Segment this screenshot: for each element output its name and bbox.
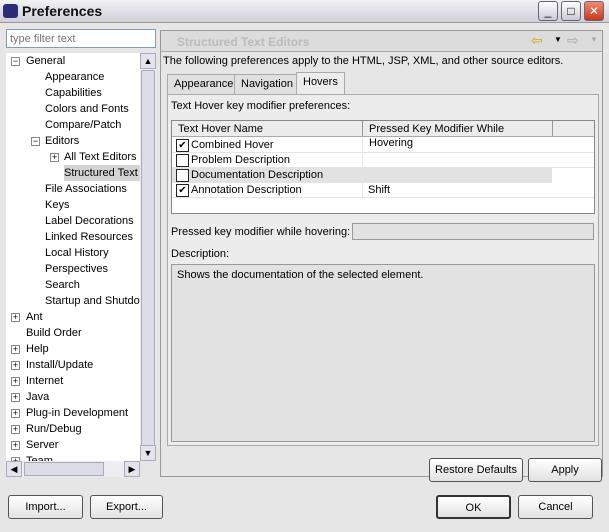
column-header-empty bbox=[553, 121, 594, 137]
tree-item[interactable]: Linked Resources bbox=[45, 229, 133, 245]
tab-appearance[interactable]: Appearance bbox=[167, 74, 241, 94]
maximize-button[interactable]: □ bbox=[561, 1, 581, 21]
scroll-right-arrow-icon[interactable]: ▶ bbox=[124, 461, 140, 477]
column-header-modifier[interactable]: Pressed Key Modifier While Hovering bbox=[363, 121, 553, 149]
scroll-thumb[interactable] bbox=[141, 70, 155, 456]
tree-item[interactable]: Perspectives bbox=[45, 261, 108, 277]
page-header: Structured Text Editors ⇦ ▼ ⇨ ▼ bbox=[161, 31, 602, 52]
tree-item[interactable]: Startup and Shutdown bbox=[45, 293, 140, 309]
apply-button[interactable]: Apply bbox=[528, 458, 602, 482]
tree-item[interactable]: Internet bbox=[26, 373, 63, 389]
expand-icon[interactable]: + bbox=[11, 425, 20, 434]
modifier-input[interactable] bbox=[352, 223, 594, 240]
scroll-up-arrow-icon[interactable]: ▲ bbox=[140, 53, 156, 69]
checkbox[interactable] bbox=[176, 169, 189, 182]
forward-dropdown-icon[interactable]: ▼ bbox=[590, 35, 598, 44]
description-label: Description: bbox=[171, 248, 230, 260]
tree-item[interactable]: General bbox=[26, 53, 65, 69]
cancel-button[interactable]: Cancel bbox=[518, 495, 593, 519]
eclipse-app-icon bbox=[3, 4, 18, 18]
forward-arrow-icon[interactable]: ⇨ bbox=[567, 32, 579, 49]
tree-item[interactable]: Build Order bbox=[26, 325, 82, 341]
tree-item[interactable]: Compare/Patch bbox=[45, 117, 121, 133]
table-row[interactable]: ✔ Annotation Description Shift bbox=[172, 183, 594, 198]
table-label: Text Hover key modifier preferences: bbox=[171, 100, 351, 112]
table-row[interactable]: ✔ Combined Hover bbox=[172, 138, 594, 153]
export-button[interactable]: Export... bbox=[90, 495, 163, 519]
filter-input[interactable] bbox=[6, 29, 156, 48]
intro-text: The following preferences apply to the H… bbox=[163, 55, 564, 67]
back-arrow-icon[interactable]: ⇦ bbox=[531, 32, 543, 49]
tree-item[interactable]: Plug-in Development bbox=[26, 405, 128, 421]
scroll-down-arrow-icon[interactable]: ▼ bbox=[140, 445, 156, 461]
tree-item[interactable]: Colors and Fonts bbox=[45, 101, 129, 117]
expand-icon[interactable]: + bbox=[50, 153, 59, 162]
scroll-thumb[interactable] bbox=[24, 462, 104, 476]
expand-icon[interactable]: + bbox=[11, 409, 20, 418]
tree-item[interactable]: Keys bbox=[45, 197, 69, 213]
column-divider bbox=[362, 153, 363, 168]
page-title: Structured Text Editors bbox=[177, 35, 310, 49]
modifier-label: Pressed key modifier while hovering: bbox=[171, 226, 351, 238]
table-row[interactable]: Documentation Description bbox=[172, 168, 552, 183]
description-text: Shows the documentation of the selected … bbox=[171, 264, 595, 442]
expand-icon[interactable]: + bbox=[11, 441, 20, 450]
tree-item[interactable]: Appearance bbox=[45, 69, 104, 85]
tree-item[interactable]: Help bbox=[26, 341, 49, 357]
hover-modifier: Shift bbox=[368, 184, 391, 196]
tree-item[interactable]: Capabilities bbox=[45, 85, 102, 101]
back-dropdown-icon[interactable]: ▼ bbox=[554, 35, 562, 44]
tree-item[interactable]: Team bbox=[26, 453, 53, 461]
tree-item[interactable]: Install/Update bbox=[26, 357, 93, 373]
column-header-name[interactable]: Text Hover Name bbox=[172, 121, 363, 137]
restore-defaults-button[interactable]: Restore Defaults bbox=[429, 458, 523, 482]
collapse-icon[interactable]: − bbox=[31, 137, 40, 146]
checkbox[interactable]: ✔ bbox=[176, 139, 189, 152]
tree-item[interactable]: File Associations bbox=[45, 181, 127, 197]
hover-name: Problem Description bbox=[191, 154, 291, 166]
tree-horizontal-scrollbar[interactable]: ◀ ▶ bbox=[6, 461, 140, 477]
import-button[interactable]: Import... bbox=[8, 495, 83, 519]
hover-table: Text Hover Name Pressed Key Modifier Whi… bbox=[171, 120, 595, 214]
tree-item[interactable]: Search bbox=[45, 277, 80, 293]
preferences-tree: General − Appearance Capabilities Colors and… bbox=[6, 53, 140, 461]
title-bar: Preferences _ □ ✕ bbox=[0, 0, 609, 23]
expand-icon[interactable]: + bbox=[11, 345, 20, 354]
expand-icon[interactable]: + bbox=[11, 393, 20, 402]
column-divider bbox=[362, 168, 363, 183]
column-divider bbox=[362, 138, 363, 153]
table-row[interactable]: Problem Description bbox=[172, 153, 594, 168]
tree-item[interactable]: Label Decorations bbox=[45, 213, 134, 229]
checkbox[interactable] bbox=[176, 154, 189, 167]
tab-hovers[interactable]: Hovers bbox=[296, 72, 345, 95]
hover-name: Combined Hover bbox=[191, 139, 274, 151]
tree-item[interactable]: All Text Editors bbox=[64, 149, 137, 165]
tree-item[interactable]: Structured Text Editors bbox=[64, 165, 140, 181]
expand-icon[interactable]: + bbox=[11, 377, 20, 386]
tree-item[interactable]: Server bbox=[26, 437, 58, 453]
close-button[interactable]: ✕ bbox=[584, 1, 604, 21]
tree-vertical-scrollbar[interactable]: ▲ ▼ bbox=[140, 53, 156, 461]
checkbox[interactable]: ✔ bbox=[176, 184, 189, 197]
expand-icon[interactable]: + bbox=[11, 361, 20, 370]
window-title: Preferences bbox=[22, 3, 103, 19]
ok-button[interactable]: OK bbox=[436, 495, 511, 519]
preference-page: Structured Text Editors ⇦ ▼ ⇨ ▼ The foll… bbox=[160, 30, 603, 482]
minimize-button[interactable]: _ bbox=[538, 1, 558, 21]
expand-icon[interactable]: + bbox=[11, 313, 20, 322]
tree-item[interactable]: Local History bbox=[45, 245, 109, 261]
scroll-left-arrow-icon[interactable]: ◀ bbox=[6, 461, 22, 477]
hover-name: Documentation Description bbox=[191, 169, 324, 181]
column-divider bbox=[362, 183, 363, 198]
tab-navigation[interactable]: Navigation bbox=[234, 74, 300, 94]
tree-item[interactable]: Ant bbox=[26, 309, 43, 325]
collapse-icon[interactable]: − bbox=[11, 57, 20, 66]
tree-item[interactable]: Editors bbox=[45, 133, 79, 149]
tree-item[interactable]: Java bbox=[26, 389, 49, 405]
tree-item[interactable]: Run/Debug bbox=[26, 421, 82, 437]
hover-name: Annotation Description bbox=[191, 184, 302, 196]
